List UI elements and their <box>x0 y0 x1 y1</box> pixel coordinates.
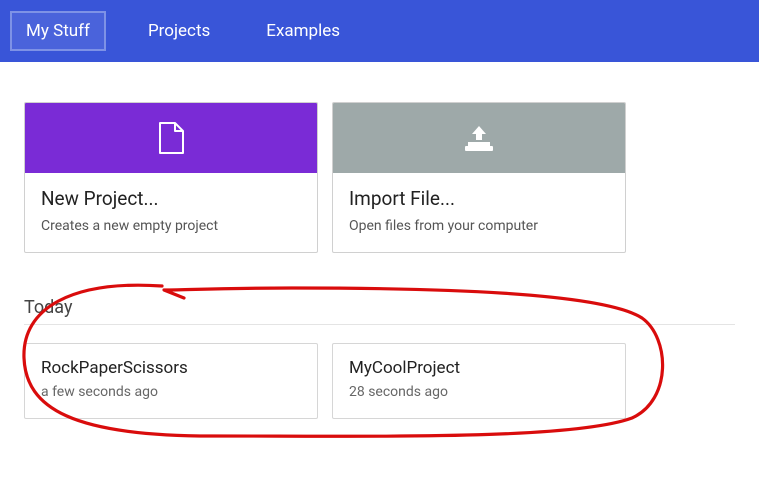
action-card-row: New Project... Creates a new empty proje… <box>24 102 735 253</box>
section-label-today: Today <box>24 297 735 325</box>
project-name: MyCoolProject <box>349 358 609 378</box>
import-file-desc: Open files from your computer <box>349 218 609 234</box>
tab-my-stuff[interactable]: My Stuff <box>10 11 106 51</box>
content-area: New Project... Creates a new empty proje… <box>0 62 759 419</box>
file-icon <box>158 122 184 154</box>
new-project-card[interactable]: New Project... Creates a new empty proje… <box>24 102 318 253</box>
project-name: RockPaperScissors <box>41 358 301 378</box>
import-file-card-header <box>333 103 625 173</box>
new-project-card-body: New Project... Creates a new empty proje… <box>25 173 317 252</box>
project-time: 28 seconds ago <box>349 384 609 400</box>
new-project-desc: Creates a new empty project <box>41 218 301 234</box>
import-file-card[interactable]: Import File... Open files from your comp… <box>332 102 626 253</box>
import-file-card-body: Import File... Open files from your comp… <box>333 173 625 252</box>
project-card[interactable]: MyCoolProject 28 seconds ago <box>332 343 626 419</box>
topbar: My Stuff Projects Examples <box>0 0 759 62</box>
new-project-title: New Project... <box>41 187 301 210</box>
project-row: RockPaperScissors a few seconds ago MyCo… <box>24 343 735 419</box>
tab-examples[interactable]: Examples <box>252 13 354 49</box>
new-project-card-header <box>25 103 317 173</box>
project-time: a few seconds ago <box>41 384 301 400</box>
project-card[interactable]: RockPaperScissors a few seconds ago <box>24 343 318 419</box>
import-file-title: Import File... <box>349 187 609 210</box>
tab-projects[interactable]: Projects <box>134 13 224 49</box>
upload-icon <box>462 124 496 152</box>
